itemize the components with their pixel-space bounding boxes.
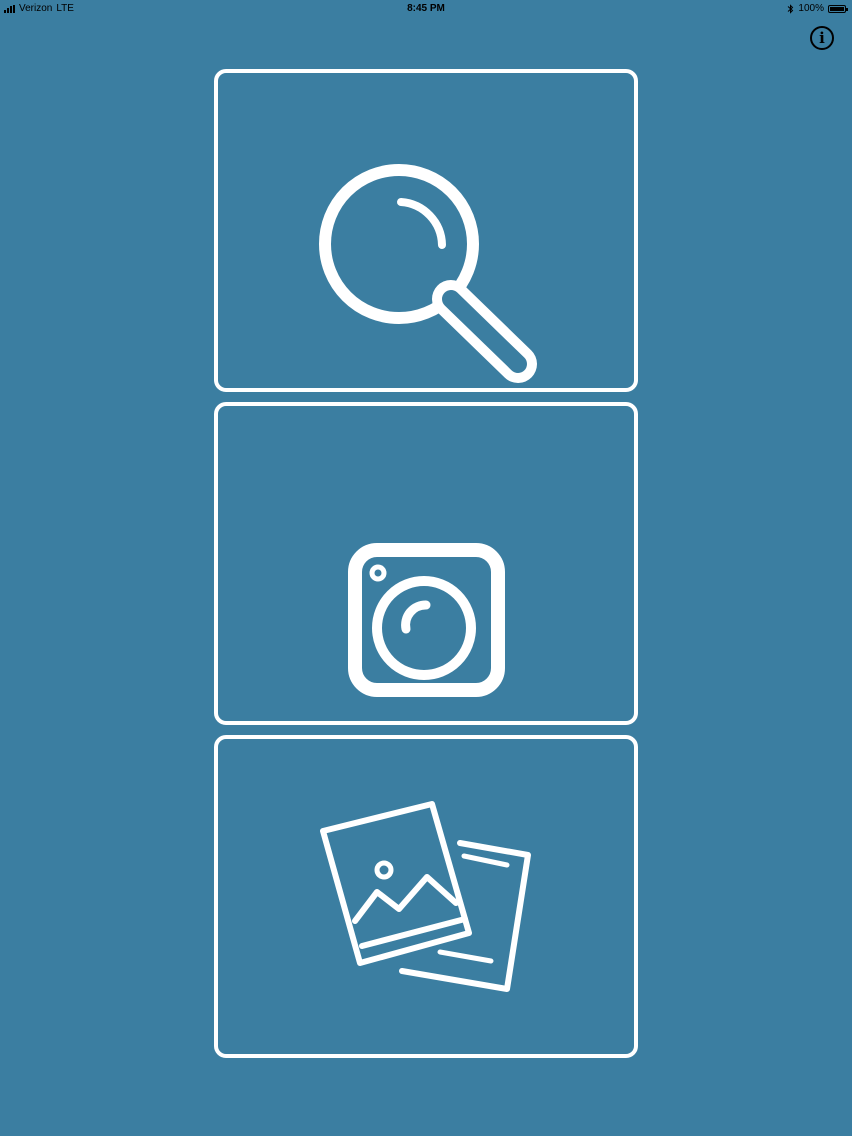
camera-icon [348,543,505,697]
battery-fill [830,7,844,11]
photos-tile-button[interactable] [214,735,638,1058]
photo-library-icon [320,801,531,992]
camera-tile-button[interactable] [214,402,638,725]
bluetooth-icon [788,4,794,14]
status-bar: Verizon LTE 8:45 PM 100% [0,0,852,18]
magnifying-glass-icon [319,164,537,383]
status-time: 8:45 PM [407,3,445,14]
info-button[interactable]: i [810,26,834,50]
search-tile-button[interactable] [214,69,638,392]
battery-icon [828,5,848,13]
info-icon: i [819,29,825,47]
status-right: 100% [787,0,848,18]
battery-percent: 100% [798,3,824,14]
